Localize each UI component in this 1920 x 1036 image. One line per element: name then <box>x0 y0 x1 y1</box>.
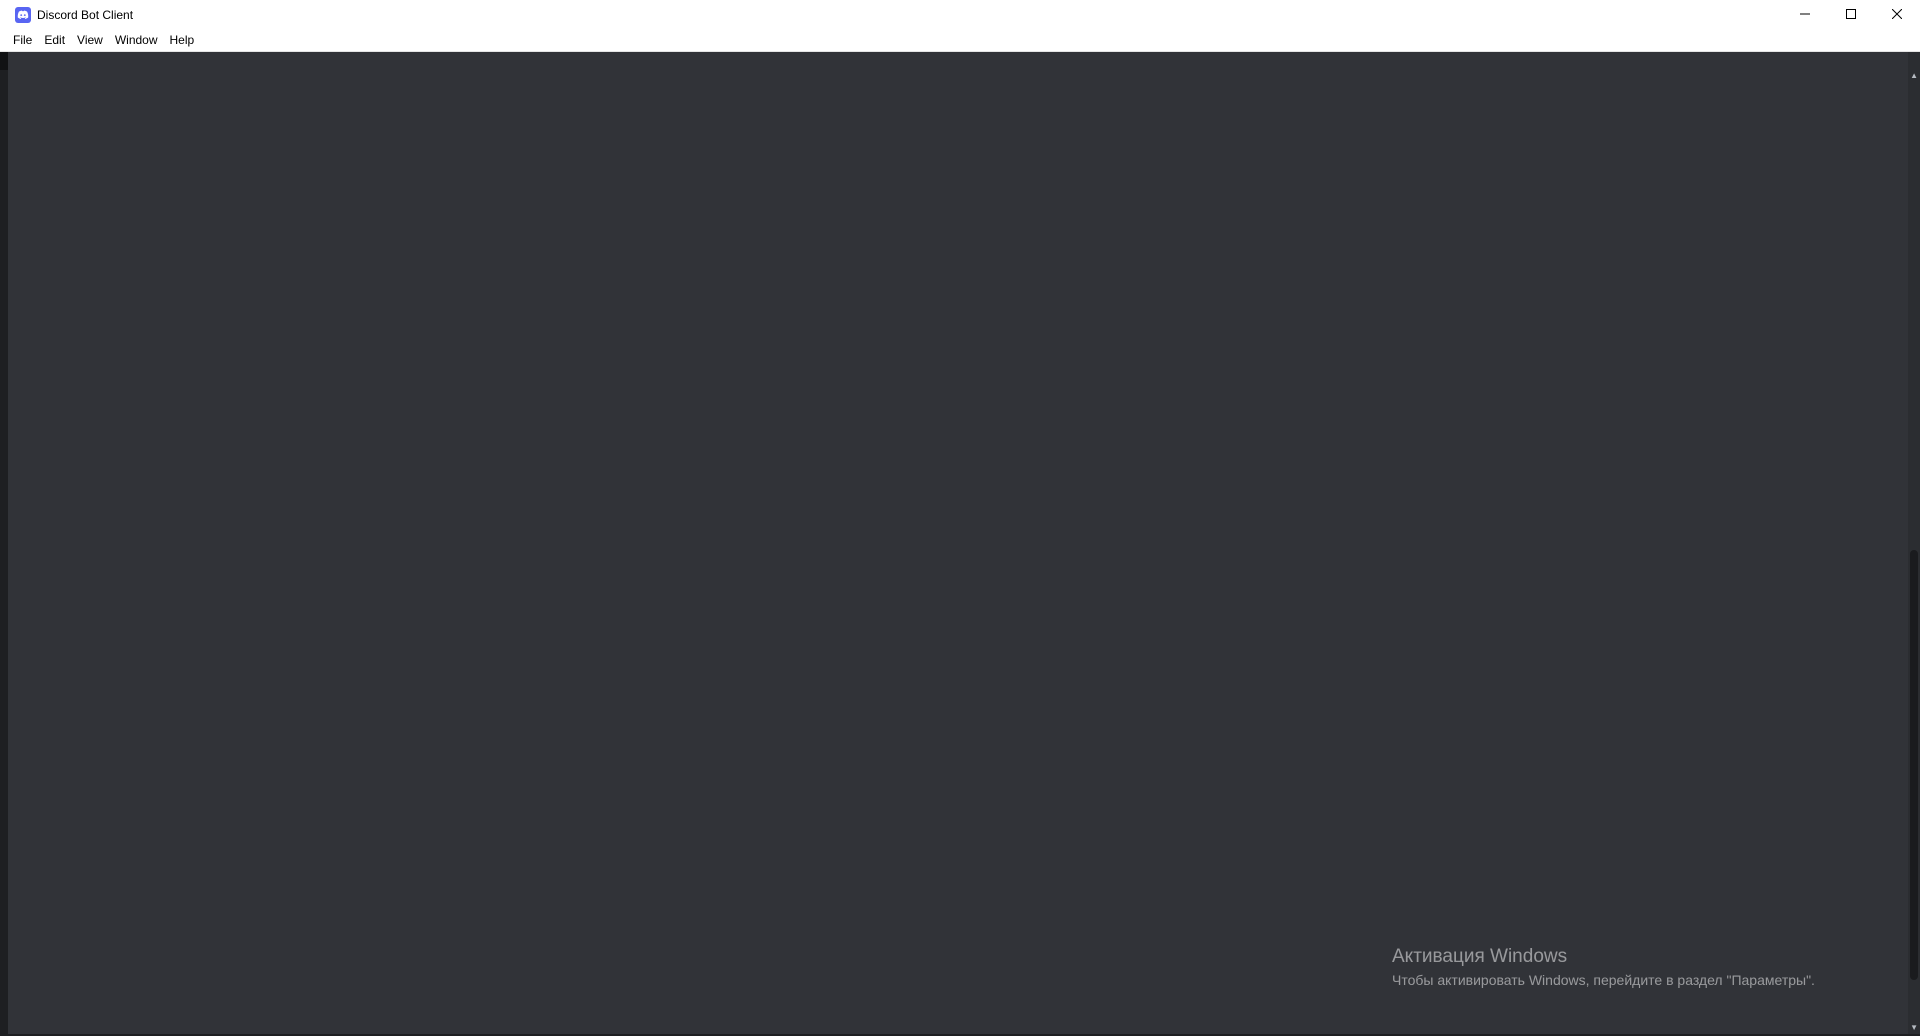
left-border <box>0 52 8 1036</box>
discord-icon <box>15 7 31 23</box>
scroll-up-icon[interactable]: ▲ <box>1910 72 1918 80</box>
windows-activation-watermark: Активация Windows Чтобы активировать Win… <box>1392 945 1815 989</box>
menu-help[interactable]: Help <box>164 30 201 51</box>
title-bar[interactable]: Discord Bot Client <box>0 0 1920 30</box>
menu-view[interactable]: View <box>71 30 109 51</box>
maximize-icon <box>1846 6 1856 24</box>
menu-window[interactable]: Window <box>109 30 164 51</box>
close-button[interactable] <box>1874 0 1920 30</box>
activation-title: Активация Windows <box>1392 946 1568 967</box>
minimize-icon <box>1800 6 1810 24</box>
main-content-area <box>0 52 1920 1036</box>
window-controls <box>1782 0 1920 30</box>
left-border-top <box>0 52 8 70</box>
window-title: Discord Bot Client <box>37 8 134 22</box>
maximize-button[interactable] <box>1828 0 1874 30</box>
scroll-down-icon[interactable]: ▼ <box>1910 1024 1918 1032</box>
app-window: Discord Bot Client File Edit View Window… <box>0 0 1920 1036</box>
scrollbar-thumb[interactable] <box>1910 550 1918 980</box>
menu-file[interactable]: File <box>0 30 38 51</box>
close-icon <box>1891 6 1903 24</box>
menu-bar: File Edit View Window Help <box>0 30 1920 52</box>
activation-subtitle: Чтобы активировать Windows, перейдите в … <box>1392 972 1815 988</box>
menu-edit[interactable]: Edit <box>38 30 71 51</box>
minimize-button[interactable] <box>1782 0 1828 30</box>
